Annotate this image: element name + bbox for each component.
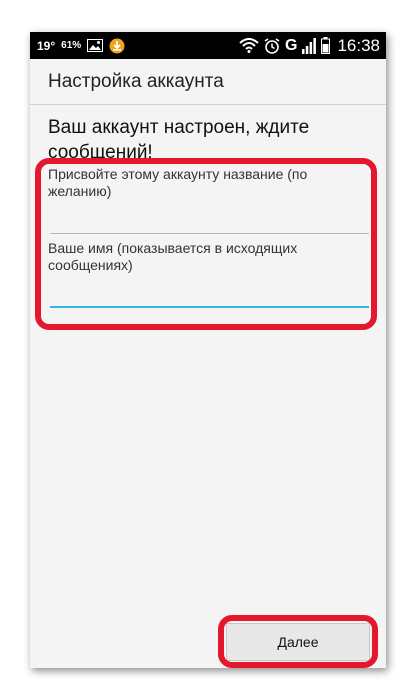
page-title: Настройка аккаунта — [48, 71, 224, 92]
battery-percent-text: 61% — [61, 39, 82, 51]
signal-icon — [302, 37, 317, 54]
fields-highlight-frame — [35, 158, 377, 330]
alarm-icon — [264, 37, 280, 54]
next-button-highlight-frame — [218, 615, 378, 668]
wifi-icon — [239, 38, 259, 53]
action-bar: Настройка аккаунта — [30, 59, 386, 105]
network-type-text: G — [285, 36, 298, 54]
clock-time: 16:38 — [337, 35, 380, 55]
image-notification-icon — [87, 39, 104, 52]
temperature-text: 19° — [37, 38, 56, 53]
status-bar: 19° 61% G 16:38 — [30, 32, 386, 59]
battery-percent-indicator: 61% — [61, 39, 82, 51]
download-notification-icon — [109, 38, 125, 54]
battery-icon — [321, 37, 331, 54]
